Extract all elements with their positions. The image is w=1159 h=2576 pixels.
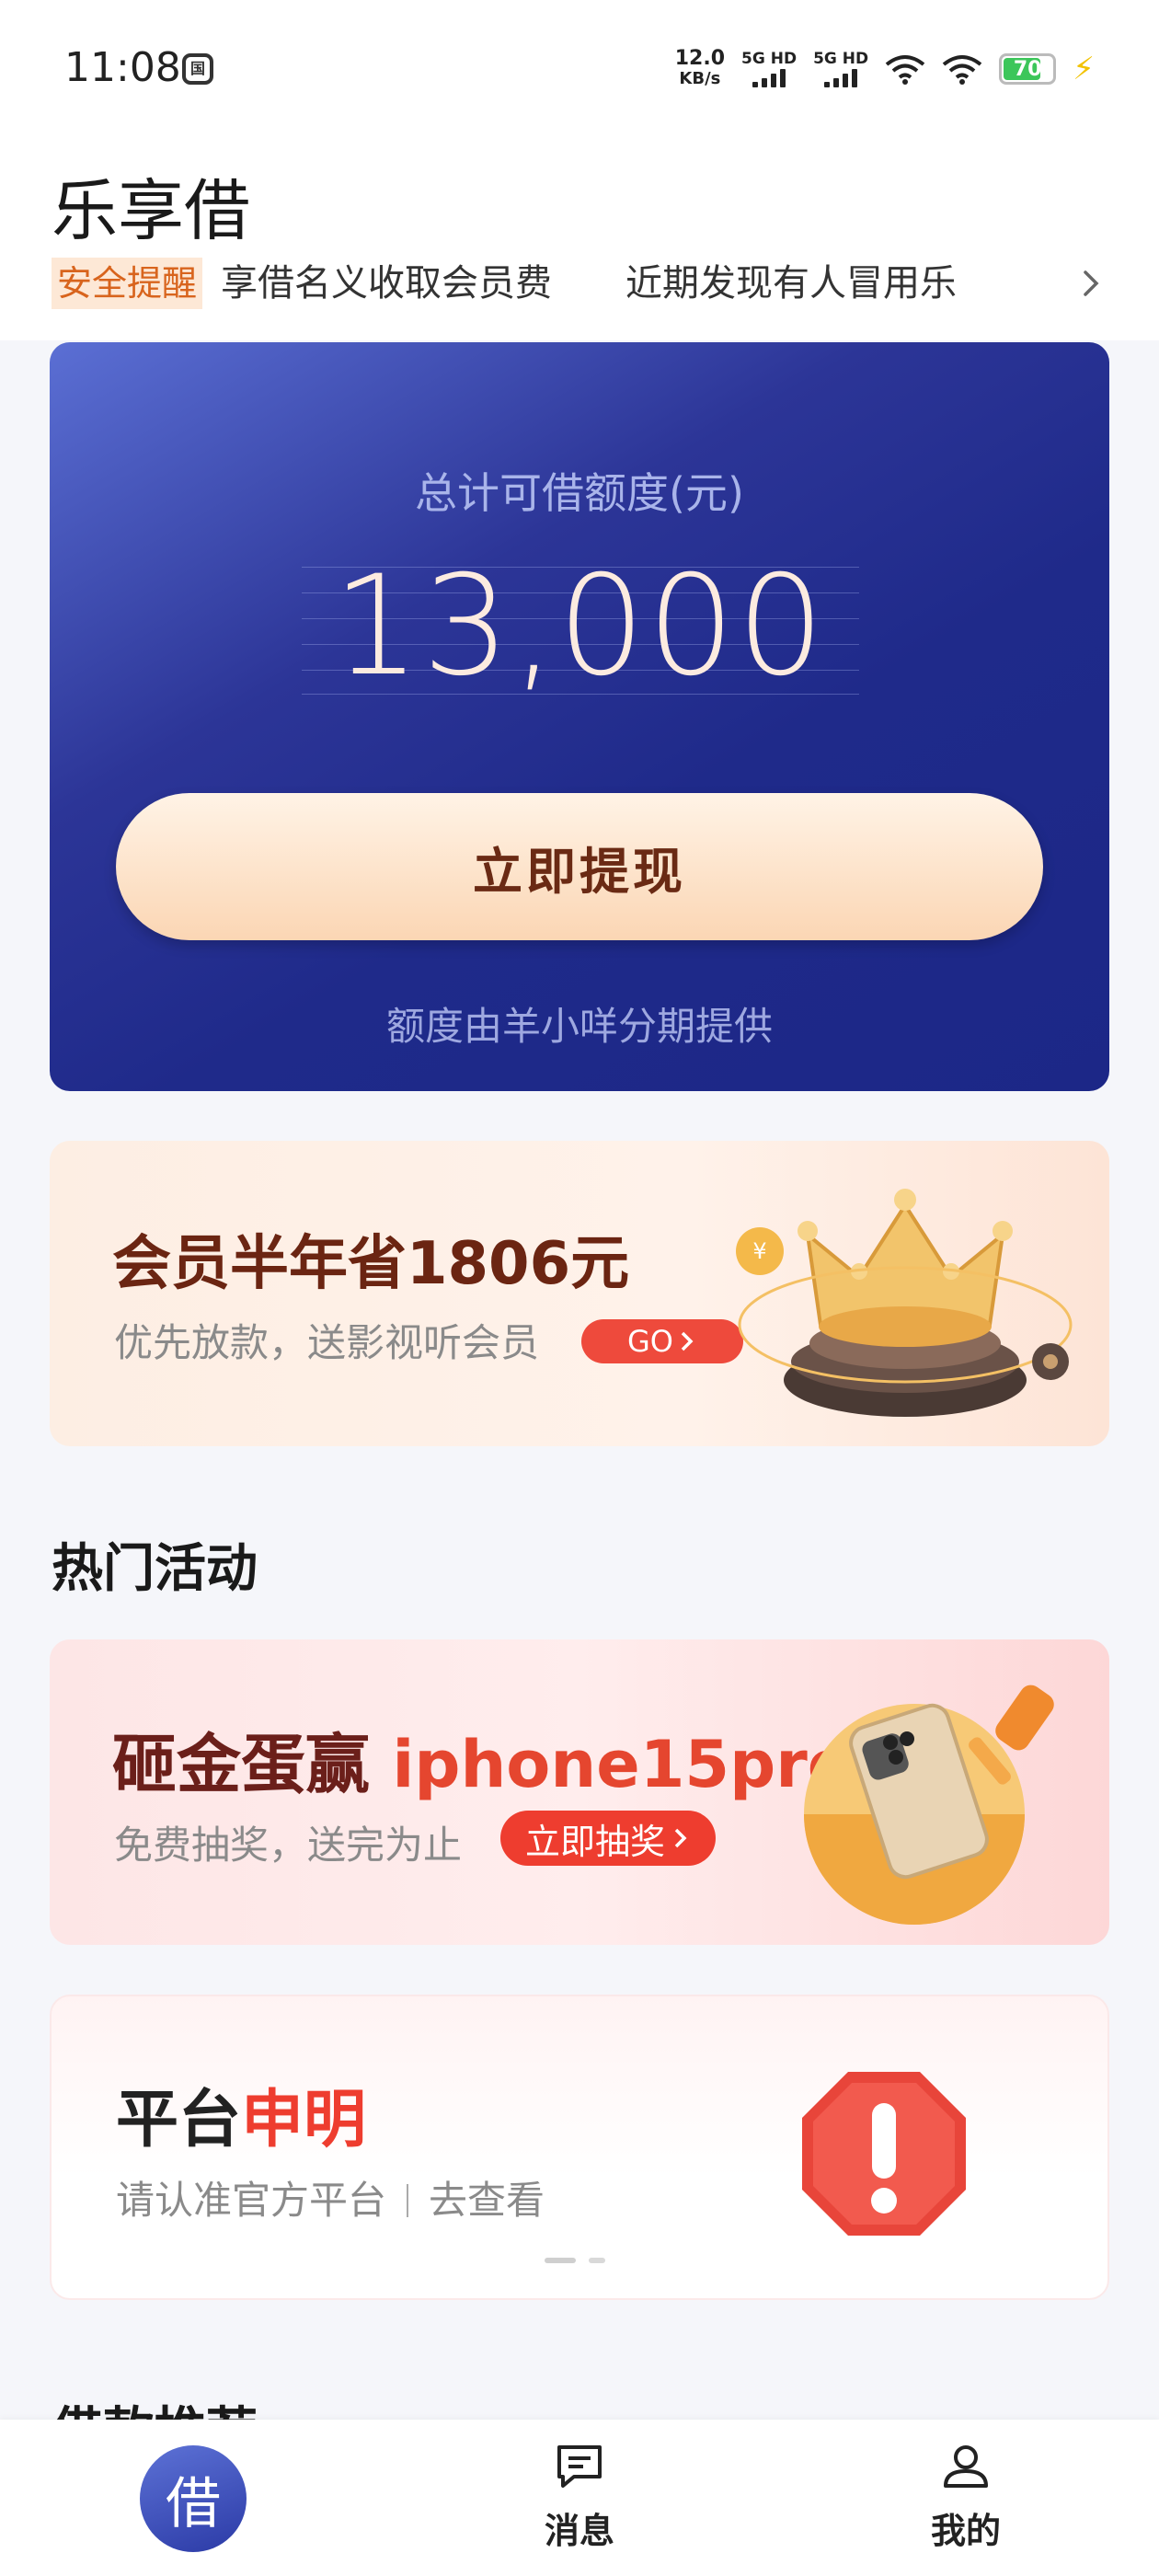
go-button[interactable]: GO: [581, 1319, 743, 1363]
golden-egg-phone-icon: [804, 1685, 1054, 1925]
chevron-right-icon: [674, 1828, 687, 1848]
statement-title: 平台申明: [116, 2084, 367, 2156]
wifi-icon-2: [942, 53, 982, 85]
carousel-dots: [545, 2258, 605, 2263]
golden-egg-banner[interactable]: 砸金蛋赢 iphone15pro 免费抽奖，送完为止 立即抽奖: [50, 1639, 1109, 1945]
notice-tag: 安全提醒: [52, 258, 203, 309]
warning-icon: [802, 2072, 966, 2236]
app-page: 11:08 国 12.0 KB/s 5G HD 5G HD 70 ⚡ 乐享借 安…: [0, 0, 1159, 2576]
status-time: 11:08: [64, 44, 181, 91]
chevron-right-icon: [681, 1331, 694, 1351]
hot-activities-title: 热门活动: [52, 1539, 258, 1599]
draw-now-button[interactable]: 立即抽奖: [500, 1811, 716, 1866]
egg-banner-subtitle: 免费抽奖，送完为止: [114, 1823, 463, 1868]
member-banner-title: 会员半年省1806元: [112, 1230, 630, 1298]
message-icon: [557, 2445, 602, 2488]
net-speed: 12.0 KB/s: [674, 47, 726, 89]
wifi-icon: [885, 53, 925, 85]
notification-icon: 国: [182, 53, 213, 85]
member-banner-subtitle: 优先放款，送影视听会员: [114, 1320, 540, 1365]
safety-notice-bar[interactable]: 安全提醒 享借名义收取会员费 近期发现有人冒用乐: [52, 256, 1109, 311]
crown-icon: ¥: [736, 1189, 1073, 1417]
svg-text:¥: ¥: [752, 1238, 766, 1264]
header: 乐享借 安全提醒 享借名义收取会员费 近期发现有人冒用乐: [0, 138, 1159, 340]
credit-limit-label: 总计可借额度(元): [415, 468, 744, 518]
app-title: 乐享借: [52, 172, 251, 249]
view-link[interactable]: 去查看: [429, 2178, 545, 2223]
nav-messages-tab[interactable]: 消息: [524, 2444, 635, 2553]
sim1-signal-icon: 5G HD: [741, 51, 797, 87]
statement-subtitle: 请认准官方平台 去查看: [116, 2178, 545, 2223]
sim2-signal-icon: 5G HD: [813, 51, 868, 87]
charging-icon: ⚡: [1073, 51, 1095, 87]
provider-note: 额度由羊小咩分期提供: [385, 1004, 773, 1049]
notice-marquee: 享借名义收取会员费 近期发现有人冒用乐: [221, 262, 957, 305]
chevron-right-icon[interactable]: [1073, 265, 1109, 302]
egg-banner-title: 砸金蛋赢 iphone15pro: [112, 1727, 852, 1802]
battery-icon: 70: [999, 53, 1057, 85]
bottom-nav: 借 消息 我的: [0, 2420, 1159, 2576]
nav-mine-tab[interactable]: 我的: [911, 2444, 1021, 2553]
member-banner[interactable]: 会员半年省1806元 优先放款，送影视听会员 GO ¥: [50, 1141, 1109, 1446]
user-icon: [944, 2445, 988, 2488]
credit-card: 总计可借额度(元) 13,000 立即提现 额度由羊小咩分期提供: [50, 342, 1109, 1091]
withdraw-button[interactable]: 立即提现: [116, 793, 1043, 940]
platform-statement-banner[interactable]: 平台申明 请认准官方平台 去查看: [50, 1995, 1109, 2300]
status-bar: 11:08 国 12.0 KB/s 5G HD 5G HD 70 ⚡: [0, 0, 1159, 138]
credit-amount: 13,000: [332, 546, 827, 707]
status-icons: 12.0 KB/s 5G HD 5G HD 70 ⚡: [675, 46, 1095, 92]
nav-borrow-tab[interactable]: 借: [140, 2445, 247, 2552]
